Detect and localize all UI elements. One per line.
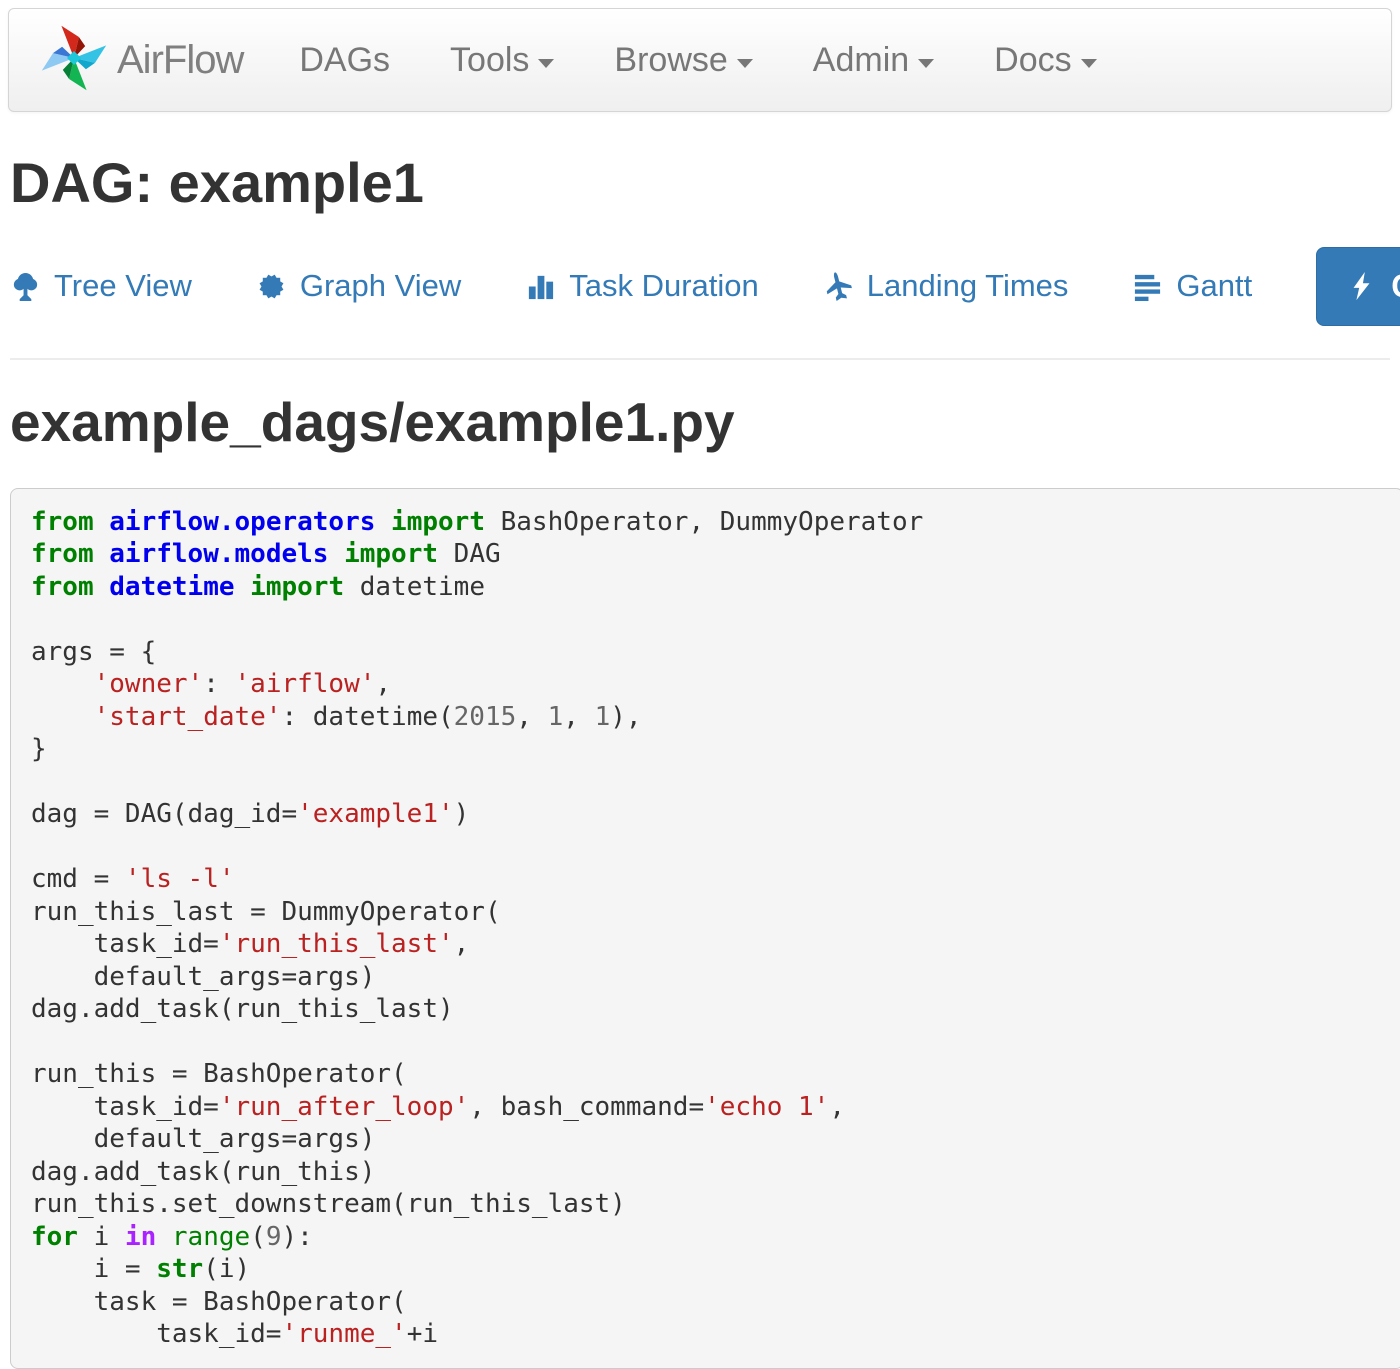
code-line: [31, 1026, 1383, 1059]
code-panel: from airflow.operators import BashOperat…: [10, 488, 1400, 1369]
tab-label: Graph View: [300, 268, 461, 304]
nav-item-admin[interactable]: Admin: [813, 41, 934, 80]
code-line: task_id='runme_'+i: [31, 1318, 1383, 1351]
code-line: from datetime import datetime: [31, 571, 1383, 604]
tab-label: Gantt: [1176, 268, 1252, 304]
nav-item-label: Docs: [994, 41, 1071, 80]
code-line: default_args=args): [31, 961, 1383, 994]
bar-chart-icon: [525, 271, 556, 302]
code-line: dag.add_task(run_this_last): [31, 993, 1383, 1026]
code-line: run_this = BashOperator(: [31, 1058, 1383, 1091]
code-line: run_this_last = DummyOperator(: [31, 896, 1383, 929]
code-line: dag.add_task(run_this): [31, 1156, 1383, 1189]
nav-item-docs[interactable]: Docs: [994, 41, 1096, 80]
code-line: default_args=args): [31, 1123, 1383, 1156]
brand-link[interactable]: AirFlow: [39, 19, 243, 102]
brand-text: AirFlow: [117, 38, 243, 83]
code-line: args = {: [31, 636, 1383, 669]
code-line: [31, 766, 1383, 799]
code-line: dag = DAG(dag_id='example1'): [31, 798, 1383, 831]
chevron-down-icon: [538, 59, 554, 68]
divider: [10, 358, 1390, 360]
tab-tree-view[interactable]: Tree View: [10, 268, 192, 304]
code-line: task_id='run_this_last',: [31, 928, 1383, 961]
code-line: 'start_date': datetime(2015, 1, 1),: [31, 701, 1383, 734]
nav-item-label: Browse: [614, 41, 727, 80]
nav-item-label: Tools: [450, 41, 529, 80]
view-tabs: Tree View Graph View Task Duration Landing …: [10, 247, 1390, 326]
code-line: from airflow.models import DAG: [31, 538, 1383, 571]
gantt-bars-icon: [1132, 271, 1163, 302]
nav-item-label: Admin: [813, 41, 909, 80]
code-line: run_this.set_downstream(run_this_last): [31, 1188, 1383, 1221]
plane-icon: [823, 271, 854, 302]
tab-label: Task Duration: [569, 268, 759, 304]
tab-task-duration[interactable]: Task Duration: [525, 268, 759, 304]
nav-item-label: DAGs: [299, 41, 390, 80]
code-line: from airflow.operators import BashOperat…: [31, 506, 1383, 539]
code-block: from airflow.operators import BashOperat…: [31, 506, 1383, 1351]
chevron-down-icon: [918, 59, 934, 68]
tab-gantt[interactable]: Gantt: [1132, 268, 1252, 304]
code-line: [31, 603, 1383, 636]
code-line: i = str(i): [31, 1253, 1383, 1286]
nav-item-tools[interactable]: Tools: [450, 41, 554, 80]
tree-icon: [10, 271, 41, 302]
code-line: for i in range(9):: [31, 1221, 1383, 1254]
tab-landing-times[interactable]: Landing Times: [823, 268, 1069, 304]
file-path-title: example_dags/example1.py: [10, 394, 1390, 452]
tab-code[interactable]: Code: [1316, 247, 1400, 326]
tab-graph-view[interactable]: Graph View: [256, 268, 461, 304]
code-line: task = BashOperator(: [31, 1286, 1383, 1319]
code-line: }: [31, 733, 1383, 766]
chevron-down-icon: [1081, 59, 1097, 68]
navbar-menu: DAGs Tools Browse Admin Docs: [299, 41, 1096, 80]
airflow-pinwheel-icon: [39, 19, 109, 102]
navbar: AirFlow DAGs Tools Browse Admin Docs: [8, 8, 1392, 112]
lightning-icon: [1347, 271, 1377, 301]
nav-item-browse[interactable]: Browse: [614, 41, 752, 80]
code-line: 'owner': 'airflow',: [31, 668, 1383, 701]
chevron-down-icon: [737, 59, 753, 68]
nav-item-dags[interactable]: DAGs: [299, 41, 390, 80]
tab-label: Landing Times: [867, 268, 1069, 304]
code-line: task_id='run_after_loop', bash_command='…: [31, 1091, 1383, 1124]
page-title: DAG: example1: [10, 154, 1390, 213]
tab-label: Tree View: [54, 268, 192, 304]
sunburst-icon: [256, 271, 287, 302]
code-line: [31, 831, 1383, 864]
tab-code-label: Code: [1391, 268, 1400, 305]
code-line: cmd = 'ls -l': [31, 863, 1383, 896]
